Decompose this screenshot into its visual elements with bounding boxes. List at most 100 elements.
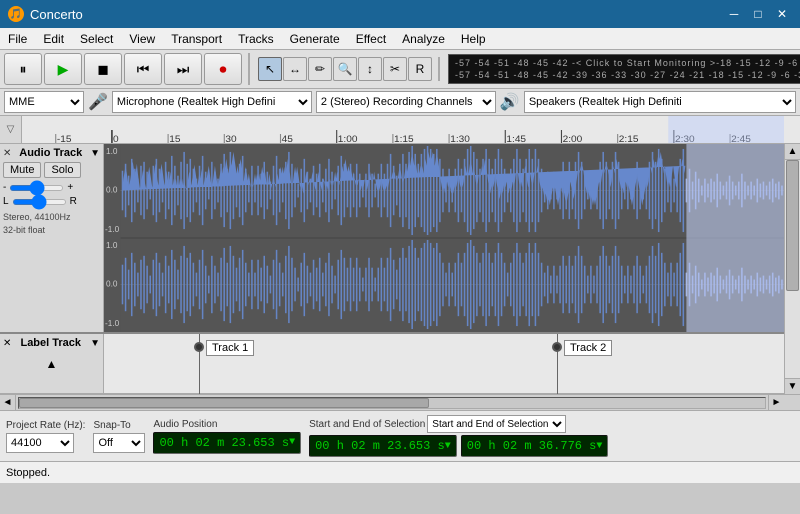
snap-to-group: Snap-To Off [93, 420, 145, 453]
audio-position-arrow[interactable]: ▼ [289, 437, 295, 448]
selection-end-display[interactable]: 00 h 02 m 36.776 s ▼ [461, 435, 609, 457]
svg-text:45: 45 [282, 134, 293, 143]
vertical-scrollbar[interactable]: ▲ ▼ [784, 144, 800, 394]
scroll-left-button[interactable]: ◄ [0, 395, 16, 410]
svg-text:30: 30 [225, 134, 236, 143]
skip-end-button[interactable]: ⏭ [164, 53, 202, 85]
label-text-1: Track 1 [206, 340, 254, 356]
mic-select[interactable]: Microphone (Realtek High Defini [112, 91, 312, 113]
statusbar: Stopped. [0, 461, 800, 483]
scroll-track-h[interactable] [18, 397, 766, 409]
speaker-icon: 🔊 [500, 92, 520, 112]
play-button[interactable]: ▶ [44, 53, 82, 85]
gain-max-label: + [67, 182, 73, 193]
track-list: ✕ Audio Track ▼ Mute Solo - + L R [0, 144, 784, 394]
selection-mode-select[interactable]: Start and End of Selection [427, 415, 566, 433]
waveform-svg: 1.0 0.0 -1.0 1.0 0.0 -1.0 [104, 144, 784, 332]
label-track-expand[interactable]: ▲ [46, 357, 58, 371]
menu-tracks[interactable]: Tracks [230, 28, 282, 49]
audio-track-name: Audio Track [19, 147, 82, 159]
svg-text:-1.0: -1.0 [105, 319, 120, 328]
solo-button[interactable]: Solo [44, 162, 80, 178]
mute-button[interactable]: Mute [3, 162, 41, 178]
label-track: ✕ Label Track ▼ ▲ Track 1 Tra [0, 334, 784, 394]
svg-text:-15: -15 [57, 134, 72, 143]
channels-select[interactable]: 2 (Stereo) Recording Channels [316, 91, 496, 113]
pan-control: L R [3, 196, 100, 207]
project-rate-select[interactable]: 44100 [6, 433, 74, 453]
scroll-right-button[interactable]: ► [768, 395, 784, 410]
scroll-thumb-h[interactable] [19, 398, 429, 408]
skip-start-button[interactable]: ⏮ [124, 53, 162, 85]
svg-text:1:45: 1:45 [506, 134, 526, 143]
menu-select[interactable]: Select [72, 28, 121, 49]
host-select[interactable]: MME [4, 91, 84, 113]
audio-position-label: Audio Position [153, 419, 301, 430]
select-tool-button[interactable]: ↖ [258, 57, 282, 81]
horizontal-scrollbar[interactable]: ◄ ► [0, 394, 800, 410]
maximize-button[interactable]: □ [748, 4, 768, 24]
zoom-tool-button[interactable]: 🔍 [333, 57, 357, 81]
menubar: File Edit Select View Transport Tracks G… [0, 28, 800, 50]
titlebar: 🎵 Concerto ─ □ ✕ [0, 0, 800, 28]
audio-track-waveform[interactable]: 1.0 0.0 -1.0 1.0 0.0 -1.0 [104, 144, 784, 332]
project-rate-label: Project Rate (Hz): [6, 420, 85, 431]
window-controls: ─ □ ✕ [724, 4, 792, 24]
label-text-2: Track 2 [564, 340, 612, 356]
device-toolbar: MME 🎤 Microphone (Realtek High Defini 2 … [0, 89, 800, 116]
timeshift-tool-button[interactable]: ↕ [358, 57, 382, 81]
svg-text:1.0: 1.0 [106, 241, 118, 250]
scroll-up-button[interactable]: ▲ [785, 144, 800, 160]
svg-text:0.0: 0.0 [106, 280, 118, 289]
multi-tool-button[interactable]: ✂ [383, 57, 407, 81]
label-track-header: ✕ Label Track ▼ ▲ [0, 334, 104, 393]
audio-position-display[interactable]: 00 h 02 m 23.653 s ▼ [153, 432, 301, 454]
pause-button[interactable]: ⏸ [4, 53, 42, 85]
svg-text:1:30: 1:30 [450, 134, 470, 143]
draw-tool-button[interactable]: ✏ [308, 57, 332, 81]
bottom-controls: Project Rate (Hz): 44100 Snap-To Off Aud… [0, 410, 800, 461]
menu-edit[interactable]: Edit [35, 28, 72, 49]
scroll-track-v[interactable] [785, 160, 800, 378]
meter-top-labels: -57 -54 -51 -48 -45 -42 -< Click to Star… [455, 58, 800, 68]
menu-effect[interactable]: Effect [348, 28, 394, 49]
gain-slider[interactable] [9, 185, 64, 191]
record-meter-button[interactable]: R [408, 57, 432, 81]
envelope-tool-button[interactable]: ↔ [283, 57, 307, 81]
audio-position-group: Audio Position 00 h 02 m 23.653 s ▼ [153, 419, 301, 454]
scroll-thumb-v[interactable] [786, 160, 799, 291]
speaker-select[interactable]: Speakers (Realtek High Definiti [524, 91, 796, 113]
snap-to-select[interactable]: Off [93, 433, 145, 453]
record-button[interactable]: ⏺ [204, 53, 242, 85]
svg-text:1:15: 1:15 [394, 134, 414, 143]
mic-icon: 🎤 [88, 92, 108, 112]
menu-analyze[interactable]: Analyze [394, 28, 453, 49]
timeline-arrow: ▽ [0, 116, 22, 143]
close-button[interactable]: ✕ [772, 4, 792, 24]
minimize-button[interactable]: ─ [724, 4, 744, 24]
menu-transport[interactable]: Transport [163, 28, 230, 49]
status-text: Stopped. [6, 467, 50, 479]
gain-min-label: - [3, 182, 6, 193]
stop-button[interactable]: ◼ [84, 53, 122, 85]
menu-file[interactable]: File [0, 28, 35, 49]
scroll-down-button[interactable]: ▼ [785, 378, 800, 394]
label-track-name: Label Track [20, 337, 81, 349]
selection-start-display[interactable]: 00 h 02 m 23.653 s ▼ [309, 435, 457, 457]
svg-text:0.0: 0.0 [106, 186, 118, 195]
pan-slider[interactable] [12, 199, 67, 205]
pan-right-label: R [70, 196, 77, 207]
project-rate-group: Project Rate (Hz): 44100 [6, 420, 85, 453]
label-track-content[interactable]: Track 1 Track 2 [104, 334, 784, 393]
snap-to-label: Snap-To [93, 420, 145, 431]
ruler-svg: -15 0 15 30 45 1:00 1:15 [22, 116, 784, 143]
svg-text:1:00: 1:00 [338, 134, 358, 143]
menu-help[interactable]: Help [453, 28, 494, 49]
svg-text:1.0: 1.0 [106, 147, 118, 156]
menu-generate[interactable]: Generate [282, 28, 348, 49]
svg-text:0: 0 [113, 134, 119, 143]
gain-control: - + [3, 182, 100, 193]
menu-view[interactable]: View [121, 28, 163, 49]
main-track-area: ✕ Audio Track ▼ Mute Solo - + L R [0, 144, 800, 394]
selection-group: Start and End of Selection Start and End… [309, 415, 608, 457]
